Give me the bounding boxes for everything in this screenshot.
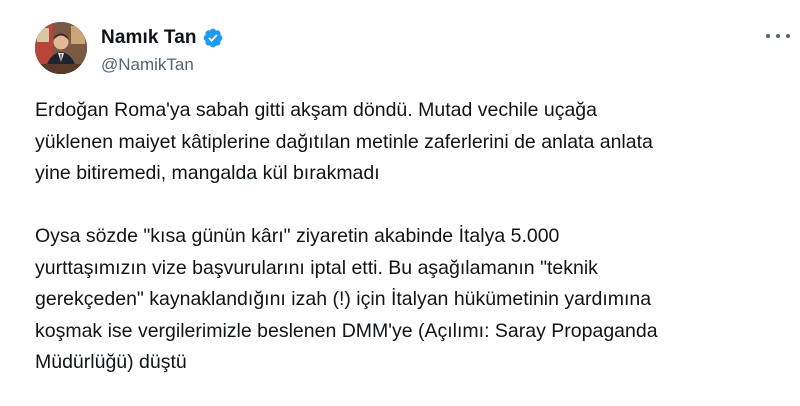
tweet-paragraph: Oysa sözde "kısa günün kârı" ziyaretin a…: [35, 221, 795, 379]
more-dot: [786, 34, 790, 38]
tweet-line: Oysa sözde "kısa günün kârı" ziyaretin a…: [35, 225, 560, 247]
tweet-card: Namık Tan @NamikTan Erdoğan Roma'ya saba…: [0, 0, 800, 406]
author-name-row: Namık Tan: [101, 26, 224, 50]
tweet-line: Erdoğan Roma'ya sabah gitti akşam döndü.…: [35, 99, 597, 121]
tweet-line: gerekçeden" kaynaklandığını izah (!) içi…: [35, 288, 652, 310]
more-options-icon[interactable]: [766, 28, 790, 44]
verified-badge-icon: [202, 27, 224, 49]
tweet-line: yine bitiremedi, mangalda kül bırakmadı: [35, 162, 380, 184]
tweet-line: yüklenen maiyet kâtiplerine dağıtılan me…: [35, 130, 653, 153]
author-display-name[interactable]: Namık Tan: [101, 27, 197, 49]
tweet-paragraph: Erdoğan Roma'ya sabah gitti akşam döndü.…: [35, 95, 795, 190]
tweet-line: koşmak ise vergilerimizle beslenen DMM'y…: [35, 319, 658, 342]
author-handle[interactable]: @NamikTan: [101, 55, 194, 75]
tweet-line: Müdürlüğü) düştü: [35, 351, 187, 373]
tweet-text: Erdoğan Roma'ya sabah gitti akşam döndü.…: [35, 95, 795, 379]
avatar-image: [35, 22, 87, 74]
more-dot: [766, 34, 770, 38]
more-dot: [776, 34, 780, 38]
avatar[interactable]: [35, 22, 87, 74]
tweet-line: yurttaşımızın vize başvurularını iptal e…: [35, 256, 598, 279]
